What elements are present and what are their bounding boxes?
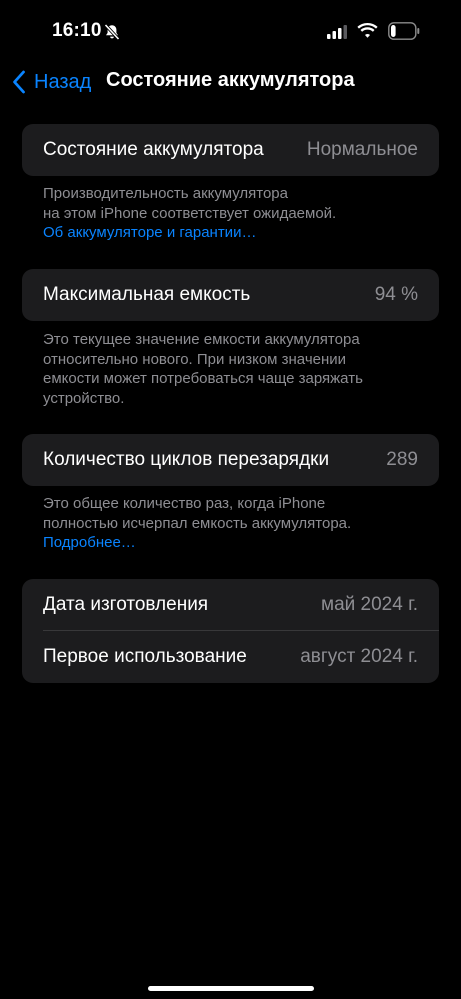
manufacture-date-value: май 2024 г. (321, 594, 418, 615)
back-label: Назад (34, 70, 92, 93)
battery-health-footnote: Производительность аккумулятора на этом … (43, 184, 433, 243)
battery-warranty-link[interactable]: Об аккумуляторе и гарантии… (43, 223, 433, 243)
max-capacity-label: Максимальная емкость (43, 284, 251, 305)
page-title: Состояние аккумулятора (106, 69, 355, 91)
chevron-left-icon (13, 70, 25, 94)
cycle-count-value: 289 (386, 449, 418, 470)
max-capacity-card: Максимальная емкость 94 % (22, 269, 439, 321)
home-indicator[interactable] (148, 986, 314, 991)
max-capacity-description: Это текущее значение емкости аккумулятор… (43, 331, 363, 407)
manufacture-date-label: Дата изготовления (43, 594, 209, 615)
status-time: 16:10 (52, 20, 102, 41)
dates-card: Дата изготовления май 2024 г. Первое исп… (22, 579, 439, 683)
battery-icon (388, 22, 420, 40)
battery-health-row[interactable]: Состояние аккумулятора Нормальное (22, 124, 439, 176)
battery-health-description: Производительность аккумулятора на этом … (43, 185, 337, 222)
max-capacity-value: 94 % (374, 284, 418, 305)
max-capacity-footnote: Это текущее значение емкости аккумулятор… (43, 330, 433, 408)
manufacture-date-row: Дата изготовления май 2024 г. (22, 579, 439, 631)
battery-health-value: Нормальное (306, 139, 418, 160)
cycle-count-row: Количество циклов перезарядки 289 (22, 434, 439, 486)
cellular-signal-icon (327, 25, 347, 39)
first-use-label: Первое использование (43, 646, 247, 667)
first-use-value: август 2024 г. (300, 646, 418, 667)
learn-more-link[interactable]: Подробнее… (43, 533, 433, 553)
first-use-row: Первое использование август 2024 г. (22, 631, 439, 683)
max-capacity-row: Максимальная емкость 94 % (22, 269, 439, 321)
bell-slash-icon (104, 23, 120, 41)
wifi-icon (357, 23, 378, 38)
battery-health-card: Состояние аккумулятора Нормальное (22, 124, 439, 176)
navigation-bar: Назад Состояние аккумулятора (0, 60, 461, 104)
cycle-count-label: Количество циклов перезарядки (43, 449, 330, 470)
cycle-count-card: Количество циклов перезарядки 289 (22, 434, 439, 486)
cycle-count-footnote: Это общее количество раз, когда iPhone п… (43, 494, 433, 553)
cycle-count-description: Это общее количество раз, когда iPhone п… (43, 495, 352, 532)
status-bar: 16:10 (0, 0, 461, 60)
back-button[interactable]: Назад (12, 68, 91, 96)
battery-health-label: Состояние аккумулятора (43, 139, 264, 160)
